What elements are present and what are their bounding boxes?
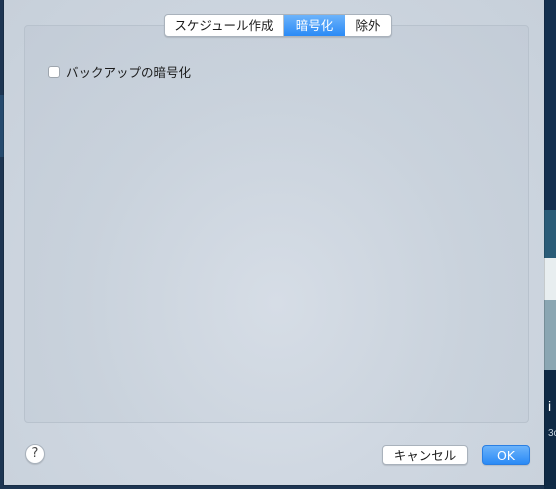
encrypt-backup-label[interactable]: バックアップの暗号化 xyxy=(66,62,191,81)
background-text: i xyxy=(548,398,552,414)
question-mark-icon: ? xyxy=(31,446,39,461)
tab-control: スケジュール作成 暗号化 除外 xyxy=(164,14,392,37)
cancel-button[interactable]: キャンセル xyxy=(382,445,468,465)
background-subtext: 3c xyxy=(548,428,556,439)
ok-button[interactable]: OK xyxy=(482,445,530,465)
tab-encryption[interactable]: 暗号化 xyxy=(283,15,345,36)
help-button[interactable]: ? xyxy=(25,444,45,464)
tab-content-panel xyxy=(24,25,529,423)
tab-exclusions[interactable]: 除外 xyxy=(345,15,391,36)
backup-options-sheet: スケジュール作成 暗号化 除外 バックアップの暗号化 ? キャンセル OK xyxy=(4,0,544,485)
encrypt-backup-option[interactable]: バックアップの暗号化 xyxy=(48,62,191,81)
encrypt-backup-checkbox[interactable] xyxy=(48,65,60,78)
background-window-strip xyxy=(544,0,556,489)
tab-schedule[interactable]: スケジュール作成 xyxy=(165,15,283,36)
